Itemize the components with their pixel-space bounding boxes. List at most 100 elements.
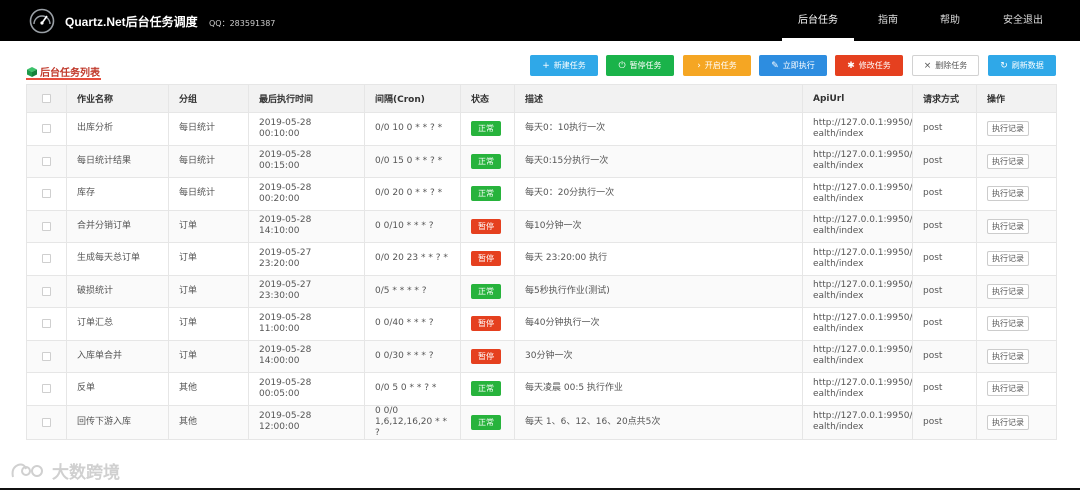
edit-icon: ✎ [771,60,779,71]
task-table-body: 出库分析 每日统计 2019-05-28 00:10:00 0/0 10 0 * * … [26,112,1057,440]
job-name-cell: 反单 [66,372,169,406]
app-title: Quartz.Net后台任务调度 [65,15,198,29]
nav-tab-guide[interactable]: 指南 [866,0,910,41]
table-row[interactable]: 生成每天总订单 订单 2019-05-27 23:20:00 0/0 20 23 * … [26,242,1057,276]
execution-log-button[interactable]: 执行记录 [987,153,1029,169]
gear-icon: ✱ [847,60,855,71]
nav-tab-logout[interactable]: 安全退出 [990,0,1056,41]
group-cell: 每日统计 [168,144,249,178]
col-header-job-name[interactable]: 作业名称 [66,84,169,113]
cron-cell: 0 0/30 * * * ? [364,339,461,373]
api-url-line-1: http://127.0.0.1:9950/H [813,150,913,161]
row-checkbox[interactable] [42,189,51,199]
api-url-line-2: ealth/index [813,128,864,139]
execution-log-button[interactable]: 执行记录 [987,316,1029,332]
execution-log-button[interactable]: 执行记录 [987,218,1029,234]
method-cell: post [912,372,977,406]
col-header-group[interactable]: 分组 [168,84,249,113]
row-checkbox[interactable] [42,417,51,427]
execution-log-button[interactable]: 执行记录 [987,251,1029,267]
api-url-line-1: http://127.0.0.1:9950/H [813,345,913,356]
status-badge: 正常 [471,283,501,299]
select-all-cell [26,84,67,113]
status-badge: 正常 [471,381,501,397]
qq-contact: QQ：283591387 [209,19,276,28]
row-checkbox[interactable] [42,254,51,264]
row-checkbox[interactable] [42,286,51,296]
table-row[interactable]: 入库单合并 订单 2019-05-28 14:00:00 0 0/30 * * * ?… [26,339,1057,373]
table-row[interactable]: 出库分析 每日统计 2019-05-28 00:10:00 0/0 10 0 * * … [26,112,1057,146]
row-checkbox[interactable] [42,351,51,361]
api-url-line-1: http://127.0.0.1:9950/H [813,182,913,193]
method-cell: post [912,339,977,373]
execution-log-button[interactable]: 执行记录 [987,348,1029,364]
api-url-line-1: http://127.0.0.1:9950/H [813,247,913,258]
select-all-checkbox[interactable] [42,94,51,103]
table-row[interactable]: 回传下游入库 其他 2019-05-28 12:00:00 0 0/0 1,6,12,… [26,404,1057,440]
pause-task-button[interactable]: ⏻ 暂停任务 [606,55,674,76]
api-url-line-2: ealth/index [813,226,864,237]
col-header-status[interactable]: 状态 [460,84,515,113]
group-cell: 每日统计 [168,112,249,146]
description-cell: 30分钟一次 [514,339,803,373]
api-url-line-2: ealth/index [813,258,864,269]
description-cell: 每天0：10执行一次 [514,112,803,146]
cron-cell: 0/0 20 23 * * ? * [364,242,461,276]
row-checkbox[interactable] [42,384,51,394]
execution-log-button[interactable]: 执行记录 [987,414,1029,430]
action-cell: 执行记录 [976,274,1057,308]
refresh-data-label: 刷新数据 [1011,61,1044,70]
delete-task-button[interactable]: × 删除任务 [912,55,979,76]
api-url-line-2: ealth/index [813,422,864,432]
table-row[interactable]: 反单 其他 2019-05-28 00:05:00 0/0 5 0 * * ? * 正常… [26,372,1057,406]
execution-log-button[interactable]: 执行记录 [987,121,1029,137]
cron-cell: 0 0/40 * * * ? [364,307,461,341]
api-url-line-1: http://127.0.0.1:9950/H [813,117,913,128]
start-task-button[interactable]: › 开启任务 [683,55,751,76]
refresh-data-button[interactable]: ↻ 刷新数据 [988,55,1056,76]
group-cell: 订单 [168,307,249,341]
execution-log-button[interactable]: 执行记录 [987,381,1029,397]
row-checkbox[interactable] [42,124,51,134]
table-row[interactable]: 订单汇总 订单 2019-05-28 11:00:00 0 0/40 * * * ? 暂… [26,307,1057,341]
last-run-cell: 2019-05-27 23:20:00 [248,242,365,276]
group-cell: 订单 [168,209,249,243]
execution-log-button[interactable]: 执行记录 [987,283,1029,299]
description-cell: 每天0：20分执行一次 [514,177,803,211]
cron-cell: 0/0 10 0 * * ? * [364,112,461,146]
table-row[interactable]: 破损统计 订单 2019-05-27 23:30:00 0/5 * * * * ? 正常… [26,274,1057,308]
col-header-last-run[interactable]: 最后执行时间 [248,84,365,113]
pause-task-label: 暂停任务 [629,61,662,70]
modify-task-button[interactable]: ✱ 修改任务 [835,55,903,76]
col-header-description[interactable]: 描述 [514,84,803,113]
table-row[interactable]: 库存 每日统计 2019-05-28 00:20:00 0/0 20 0 * * ? … [26,177,1057,211]
col-header-api-url[interactable]: ApiUrl [802,84,913,113]
status-cell: 正常 [460,274,515,308]
row-checkbox[interactable] [42,221,51,231]
status-badge: 暂停 [471,251,501,267]
status-badge: 暂停 [471,218,501,234]
new-task-button[interactable]: + 新建任务 [530,55,598,76]
col-header-action[interactable]: 操作 [976,84,1057,113]
last-run-cell: 2019-05-28 11:00:00 [248,307,365,341]
row-checkbox[interactable] [42,319,51,329]
method-cell: post [912,404,977,440]
col-header-method[interactable]: 请求方式 [912,84,977,113]
api-url-line-2: ealth/index [813,388,864,399]
job-name-cell: 生成每天总订单 [66,242,169,276]
api-url-cell: http://127.0.0.1:9950/H ealth/index [802,274,913,308]
nav-tab-help[interactable]: 帮助 [928,0,972,41]
api-url-cell: http://127.0.0.1:9950/H ealth/index [802,307,913,341]
action-cell: 执行记录 [976,112,1057,146]
speedometer-logo-icon [29,8,55,34]
run-now-button[interactable]: ✎ 立即执行 [759,55,827,76]
execution-log-button[interactable]: 执行记录 [987,186,1029,202]
action-cell: 执行记录 [976,209,1057,243]
nav-tab-background-tasks[interactable]: 后台任务 [782,0,854,41]
table-row[interactable]: 合并分销订单 订单 2019-05-28 14:10:00 0 0/10 * * * … [26,209,1057,243]
status-badge: 正常 [471,121,501,137]
row-checkbox[interactable] [42,156,51,166]
col-header-cron[interactable]: 间隔(Cron) [364,84,461,113]
table-row[interactable]: 每日统计结果 每日统计 2019-05-28 00:15:00 0/0 15 0 * … [26,144,1057,178]
last-run-cell: 2019-05-28 12:00:00 [248,404,365,440]
